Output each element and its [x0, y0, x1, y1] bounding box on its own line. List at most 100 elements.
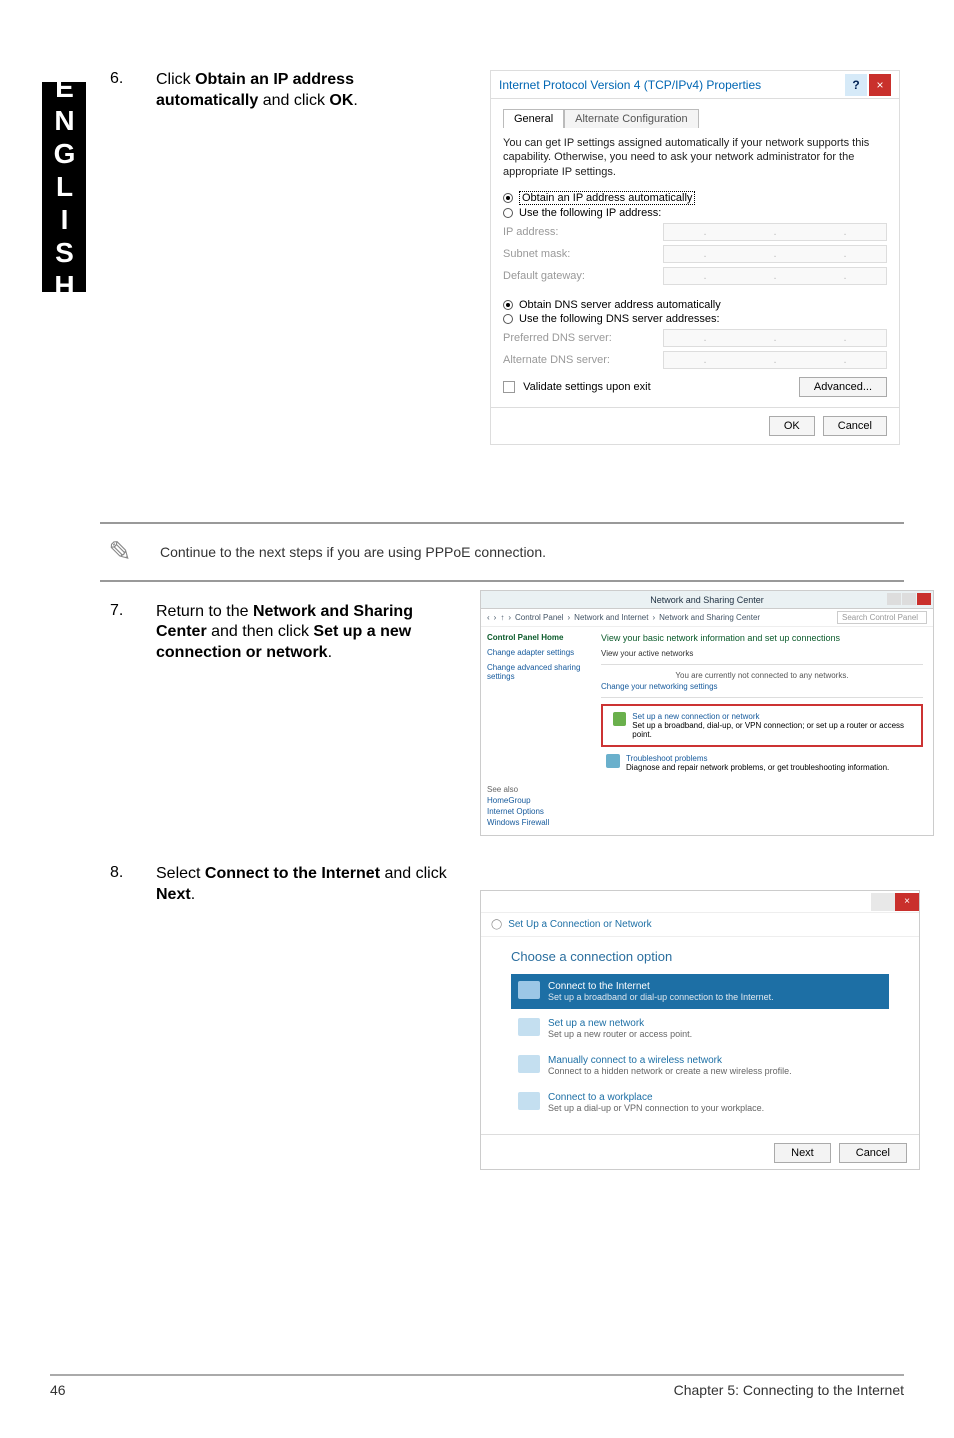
minimize-button[interactable] [871, 893, 895, 911]
opt-title: Connect to the Internet [548, 981, 774, 992]
field-label: IP address: [503, 226, 663, 238]
b: Connect to the Internet [205, 865, 380, 882]
tab-alternate[interactable]: Alternate Configuration [564, 109, 699, 128]
cancel-button[interactable]: Cancel [823, 416, 887, 436]
t: . [191, 886, 195, 903]
sidebar-home[interactable]: Control Panel Home [487, 633, 585, 642]
crumb-sep: › [508, 613, 511, 622]
main-content: View your basic network information and … [591, 627, 933, 835]
chapter-title: Chapter 5: Connecting to the Internet [674, 1382, 904, 1398]
tabs: General Alternate Configuration [503, 109, 887, 128]
opt-title: Set up a new network [548, 1018, 692, 1029]
radio-obtain-ip-auto[interactable]: Obtain an IP address automatically [503, 191, 887, 205]
radio-use-ip[interactable]: Use the following IP address: [503, 207, 887, 219]
radio-icon [503, 314, 513, 324]
field-ip: IP address: ... [503, 223, 887, 241]
tab-general[interactable]: General [503, 109, 564, 128]
t: Click [156, 71, 195, 88]
network-icon [613, 712, 626, 726]
opt-desc: Set up a broadband or dial-up connection… [548, 992, 774, 1002]
window-titlebar: Network and Sharing Center [481, 591, 933, 609]
option-manual-wireless[interactable]: Manually connect to a wireless networkCo… [511, 1048, 889, 1083]
field-preferred-dns: Preferred DNS server: ... [503, 329, 887, 347]
radio-label: Obtain an IP address automatically [519, 191, 695, 205]
up-arrow-icon[interactable]: ↑ [500, 613, 504, 622]
back-icon[interactable]: ◯ [491, 919, 502, 930]
link-windows-firewall[interactable]: Windows Firewall [487, 818, 549, 827]
advanced-button[interactable]: Advanced... [799, 377, 887, 397]
ipv4-properties-dialog: Internet Protocol Version 4 (TCP/IPv4) P… [490, 70, 900, 445]
status-text: You are currently not connected to any n… [601, 671, 923, 680]
t: Return to the [156, 603, 253, 620]
crumb-sep: › [568, 613, 571, 622]
gw-input[interactable]: ... [663, 267, 887, 285]
field-label: Default gateway: [503, 270, 663, 282]
t: and click [380, 865, 447, 882]
field-label: Preferred DNS server: [503, 332, 663, 344]
option-connect-workplace[interactable]: Connect to a workplaceSet up a dial-up o… [511, 1085, 889, 1120]
minimize-button[interactable] [887, 593, 901, 605]
globe-icon [518, 981, 540, 999]
search-input[interactable]: Search Control Panel [837, 611, 927, 624]
t: . [328, 644, 332, 661]
mask-input[interactable]: ... [663, 245, 887, 263]
wizard-header: ◯ Set Up a Connection or Network [481, 913, 919, 937]
pencil-icon: ✎ [100, 532, 140, 572]
close-button[interactable]: × [895, 893, 919, 911]
window-titlebar: × [481, 891, 919, 913]
main-heading: View your basic network information and … [601, 633, 923, 643]
window-title: Network and Sharing Center [650, 595, 764, 605]
connection-wizard-window: × ◯ Set Up a Connection or Network Choos… [480, 890, 920, 1170]
close-button[interactable]: × [869, 74, 891, 96]
opt-desc: Set up a new router or access point. [548, 1029, 692, 1039]
nav-fwd-icon[interactable]: › [494, 613, 497, 622]
network-sharing-center-window: Network and Sharing Center ‹ › ↑ › Contr… [480, 590, 934, 836]
crumb-item[interactable]: Network and Internet [574, 613, 648, 622]
option-troubleshoot[interactable]: Troubleshoot problems Diagnose and repai… [601, 751, 923, 775]
step-number: 7. [110, 602, 156, 664]
note-row: ✎ Continue to the next steps if you are … [100, 522, 904, 582]
next-button[interactable]: Next [774, 1143, 831, 1163]
wizard-heading: Choose a connection option [511, 949, 889, 964]
t: and then click [207, 623, 314, 640]
option-setup-new-network[interactable]: Set up a new networkSet up a new router … [511, 1011, 889, 1046]
radio-use-dns[interactable]: Use the following DNS server addresses: [503, 313, 887, 325]
option-setup-connection[interactable]: Set up a new connection or network Set u… [608, 709, 916, 742]
dialog-description: You can get IP settings assigned automat… [503, 136, 887, 179]
dialog-title: Internet Protocol Version 4 (TCP/IPv4) P… [499, 78, 761, 92]
step-number: 6. [110, 70, 156, 112]
cancel-button[interactable]: Cancel [839, 1143, 907, 1163]
ip-input[interactable]: ... [663, 223, 887, 241]
t: Select [156, 865, 205, 882]
sidebar-sharing-settings[interactable]: Change advanced sharing settings [487, 663, 585, 681]
maximize-button[interactable] [902, 593, 916, 605]
wizard-title: Set Up a Connection or Network [508, 919, 651, 930]
ok-button[interactable]: OK [769, 416, 815, 436]
opt-desc: Connect to a hidden network or create a … [548, 1066, 792, 1076]
option-title: Set up a new connection or network [632, 712, 911, 721]
note-text: Continue to the next steps if you are us… [160, 544, 546, 560]
field-alternate-dns: Alternate DNS server: ... [503, 351, 887, 369]
opt-title: Connect to a workplace [548, 1092, 764, 1103]
option-connect-internet[interactable]: Connect to the InternetSet up a broadban… [511, 974, 889, 1009]
link-homegroup[interactable]: HomeGroup [487, 796, 549, 805]
opt-title: Manually connect to a wireless network [548, 1055, 792, 1066]
nav-back-icon[interactable]: ‹ [487, 613, 490, 622]
b: OK [329, 92, 353, 109]
sidebar-adapter-settings[interactable]: Change adapter settings [487, 648, 585, 657]
field-label: Subnet mask: [503, 248, 663, 260]
link-internet-options[interactable]: Internet Options [487, 807, 549, 816]
option-desc: Diagnose and repair network problems, or… [626, 763, 889, 772]
radio-icon [503, 193, 513, 203]
validate-checkbox[interactable]: Validate settings upon exit [503, 381, 651, 393]
crumb-item[interactable]: Control Panel [515, 613, 563, 622]
help-button[interactable]: ? [845, 74, 867, 96]
crumb-item[interactable]: Network and Sharing Center [659, 613, 760, 622]
radio-obtain-dns-auto[interactable]: Obtain DNS server address automatically [503, 299, 887, 311]
adns-input[interactable]: ... [663, 351, 887, 369]
pdns-input[interactable]: ... [663, 329, 887, 347]
step-text: Return to the Network and Sharing Center… [156, 602, 436, 664]
close-button[interactable] [917, 593, 931, 605]
option-title: Troubleshoot problems [626, 754, 889, 763]
see-also: See also HomeGroup Internet Options Wind… [487, 783, 549, 829]
